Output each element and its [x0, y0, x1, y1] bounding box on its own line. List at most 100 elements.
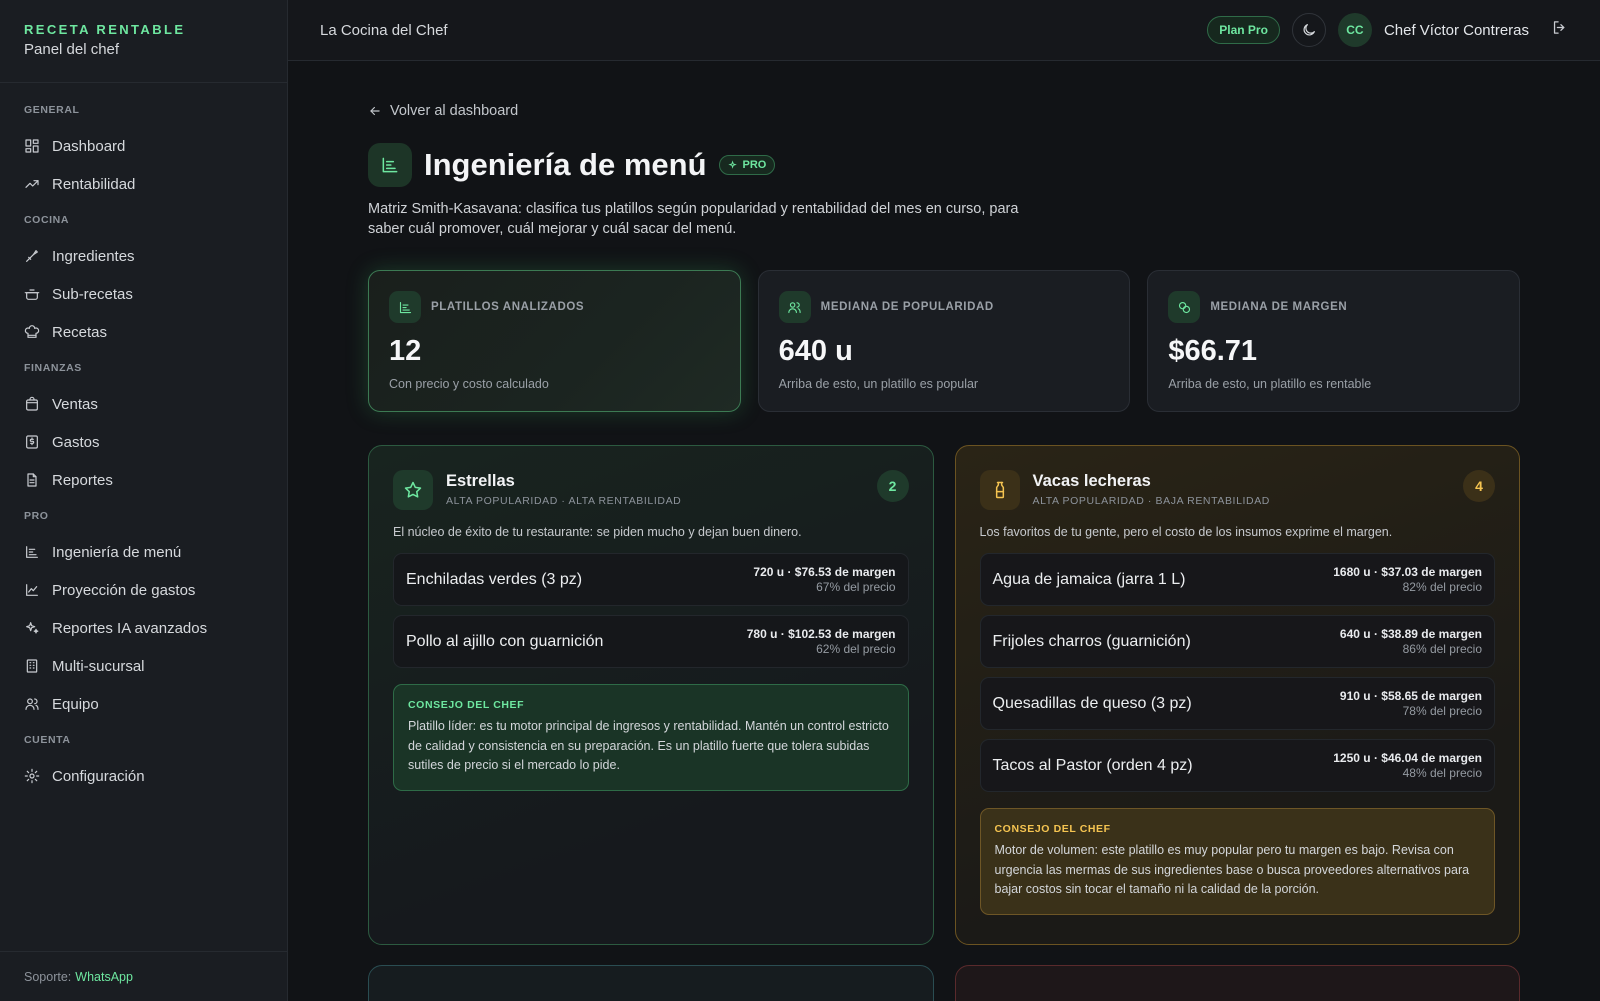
back-label: Volver al dashboard: [390, 103, 519, 119]
dish-item[interactable]: Quesadillas de queso (3 pz) 910 u · $58.…: [979, 677, 1495, 730]
sidebar-item-equipo[interactable]: Equipo: [0, 685, 287, 723]
logout-button[interactable]: [1551, 19, 1568, 41]
sparkles-icon: [26, 622, 39, 634]
stat-label: MEDIANA DE POPULARIDAD: [820, 301, 994, 313]
milk-bottle-icon: [979, 470, 1020, 510]
quadrants-row-2: [368, 965, 1520, 1001]
theme-toggle-button[interactable]: [1291, 13, 1326, 47]
sidebar-item-label: Rentabilidad: [52, 175, 136, 193]
chart-bars-icon: [389, 291, 421, 323]
sidebar-item-recetas[interactable]: Recetas: [0, 313, 287, 351]
tip-title: CONSEJO DEL CHEF: [408, 699, 525, 711]
sparkles-icon: [727, 159, 737, 169]
chart-bars-icon: [26, 546, 38, 558]
pro-badge-label: PRO: [742, 159, 767, 171]
quadrant-subtitle: ALTA POPULARIDAD · BAJA RENTABILIDAD: [1032, 495, 1270, 507]
sidebar-item-multi-sucursal[interactable]: Multi-sucursal: [0, 647, 287, 685]
pot-icon: [24, 289, 40, 300]
sidebar-nav: GENERAL Dashboard Rentabilidad COCINA In…: [0, 83, 287, 951]
star-icon: [393, 470, 433, 510]
dish-percent: 86% del precio: [1402, 642, 1482, 656]
dish-list: Enchiladas verdes (3 pz) 720 u · $76.53 …: [393, 553, 909, 668]
trending-up-icon: [25, 180, 39, 188]
sidebar-item-reportes[interactable]: Reportes: [0, 461, 287, 499]
quadrant-count: 4: [1463, 470, 1495, 502]
sidebar-item-gastos[interactable]: Gastos: [0, 423, 287, 461]
dish-item[interactable]: Tacos al Pastor (orden 4 pz) 1250 u · $4…: [979, 739, 1495, 792]
arrow-left-icon: [370, 106, 380, 116]
plan-badge: Plan Pro: [1207, 16, 1280, 44]
dish-volume-margin: 1680 u · $37.03 de margen: [1333, 565, 1482, 579]
grid-icon: [25, 139, 39, 153]
stat-card-platillos: PLATILLOS ANALIZADOS 12 Con precio y cos…: [368, 270, 741, 412]
title-row: Ingeniería de menú PRO: [368, 143, 1520, 187]
sidebar-item-ingredientes[interactable]: Ingredientes: [0, 237, 287, 275]
dish-name: Tacos al Pastor (orden 4 pz): [992, 756, 1193, 774]
tip-text: Platillo líder: es tu motor principal de…: [408, 719, 889, 772]
pro-badge: PRO: [718, 155, 776, 175]
sidebar-item-ingenieria-de-menu[interactable]: Ingeniería de menú: [0, 533, 287, 571]
quadrant-title: Estrellas: [446, 472, 515, 490]
quadrant-estrellas: Estrellas ALTA POPULARIDAD · ALTA RENTAB…: [368, 445, 934, 945]
sidebar-item-label: Proyección de gastos: [52, 581, 196, 599]
line-chart-icon: [26, 584, 38, 596]
sidebar-item-reportes-ia-avanzados[interactable]: Reportes IA avanzados: [0, 609, 287, 647]
sidebar-item-label: Gastos: [52, 433, 100, 451]
sidebar-item-configuracion[interactable]: Configuración: [0, 757, 287, 795]
dish-name: Pollo al ajillo con guarnición: [406, 632, 604, 650]
users-icon: [778, 291, 811, 323]
dish-name: Quesadillas de queso (3 pz): [992, 694, 1192, 712]
quadrant-vacas-lecheras: Vacas lecheras ALTA POPULARIDAD · BAJA R…: [954, 445, 1520, 945]
avatar[interactable]: CC: [1337, 13, 1372, 47]
support-label: Soporte:: [24, 969, 72, 984]
sidebar-item-label: Recetas: [52, 323, 108, 341]
dish-name: Frijoles charros (guarnición): [992, 632, 1191, 650]
stat-label: MEDIANA DE MARGEN: [1210, 301, 1348, 313]
dish-volume-margin: 640 u · $38.89 de margen: [1339, 627, 1482, 641]
restaurant-name: La Cocina del Chef: [320, 21, 448, 39]
chef-tip: CONSEJO DEL CHEF Motor de volumen: este …: [979, 808, 1495, 915]
file-icon: [27, 473, 37, 487]
sidebar-item-label: Dashboard: [52, 137, 126, 155]
brand: RECETA RENTABLE Panel del chef: [0, 0, 287, 83]
nav-section-cocina: COCINA: [24, 214, 70, 226]
dish-percent: 82% del precio: [1402, 580, 1482, 594]
sidebar-item-label: Ventas: [52, 395, 98, 413]
sidebar-item-rentabilidad[interactable]: Rentabilidad: [0, 165, 287, 203]
dish-name: Enchiladas verdes (3 pz): [406, 570, 583, 588]
sidebar-item-label: Reportes: [52, 471, 113, 489]
dish-percent: 62% del precio: [816, 642, 896, 656]
knife-icon: [26, 250, 38, 262]
gear-icon: [24, 768, 40, 784]
nav-section-cuenta: CUENTA: [24, 734, 71, 746]
dish-volume-margin: 720 u · $76.53 de margen: [753, 565, 896, 579]
topbar: La Cocina del Chef Plan Pro CC Chef Víct…: [288, 0, 1600, 61]
dish-item[interactable]: Agua de jamaica (jarra 1 L) 1680 u · $37…: [979, 553, 1495, 606]
sidebar-item-proyeccion-de-gastos[interactable]: Proyección de gastos: [0, 571, 287, 609]
quadrant-title: Vacas lecheras: [1032, 472, 1151, 490]
dish-percent: 78% del precio: [1402, 704, 1482, 718]
dish-percent: 48% del precio: [1402, 766, 1482, 780]
dish-item[interactable]: Pollo al ajillo con guarnición 780 u · $…: [393, 615, 909, 668]
dish-volume-margin: 780 u · $102.53 de margen: [746, 627, 896, 641]
dish-volume-margin: 910 u · $58.65 de margen: [1339, 689, 1482, 703]
sidebar-item-label: Equipo: [52, 695, 99, 713]
dish-item[interactable]: Enchiladas verdes (3 pz) 720 u · $76.53 …: [393, 553, 909, 606]
nav-section-finanzas: FINANZAS: [24, 362, 82, 374]
chef-tip: CONSEJO DEL CHEF Platillo líder: es tu m…: [393, 684, 909, 791]
stat-value: 640 u: [778, 335, 853, 367]
main: La Cocina del Chef Plan Pro CC Chef Víct…: [288, 0, 1600, 1001]
brand-name: RECETA RENTABLE: [24, 22, 186, 37]
stat-value: $66.71: [1168, 335, 1258, 367]
sidebar-item-ventas[interactable]: Ventas: [0, 385, 287, 423]
tip-title: CONSEJO DEL CHEF: [994, 823, 1111, 835]
whatsapp-link[interactable]: WhatsApp: [75, 970, 133, 984]
stat-note: Con precio y costo calculado: [389, 377, 549, 391]
dish-volume-margin: 1250 u · $46.04 de margen: [1333, 751, 1482, 765]
sidebar-item-sub-recetas[interactable]: Sub-recetas: [0, 275, 287, 313]
sidebar-item-dashboard[interactable]: Dashboard: [0, 127, 287, 165]
sidebar-item-label: Sub-recetas: [52, 285, 133, 303]
stat-note: Arriba de esto, un platillo es popular: [778, 377, 979, 391]
dish-item[interactable]: Frijoles charros (guarnición) 640 u · $3…: [979, 615, 1495, 668]
back-link[interactable]: Volver al dashboard: [368, 103, 1520, 119]
